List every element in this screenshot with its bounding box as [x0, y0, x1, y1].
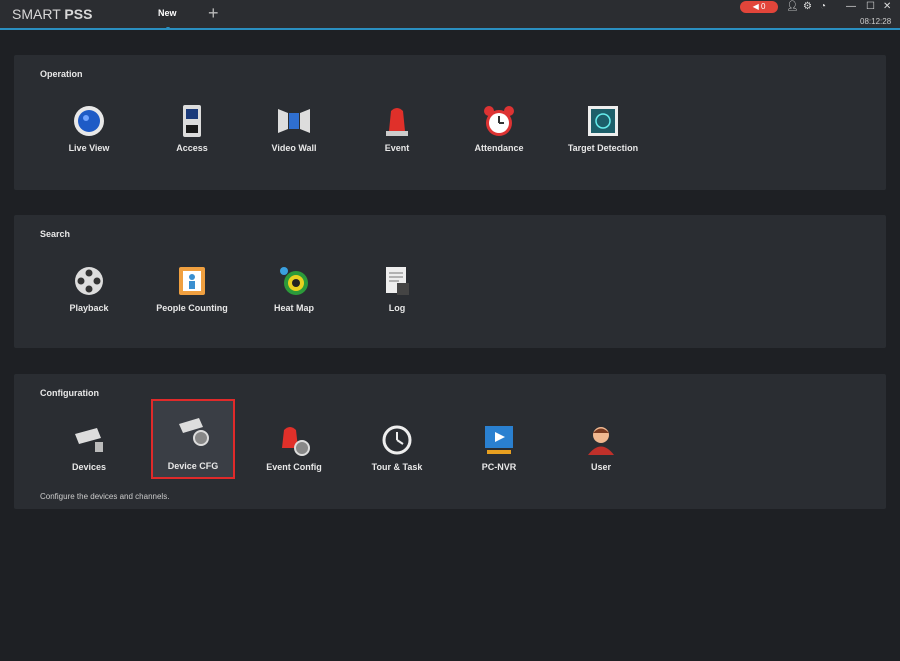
item-label: Video Wall [271, 143, 317, 153]
item-label: People Counting [156, 303, 228, 313]
alarm-clock-icon [484, 106, 514, 136]
item-label: Target Detection [567, 143, 639, 153]
item-label: PC-NVR [481, 462, 517, 472]
video-wall-icon [278, 109, 310, 133]
alarm-count: 0 [760, 2, 766, 11]
heat-map-icon [280, 267, 308, 295]
log-icon [386, 267, 409, 295]
alarm-light-icon [386, 108, 408, 136]
device-cfg-button[interactable]: Device CFG [151, 399, 235, 479]
event-button[interactable]: Event [349, 87, 445, 163]
camera-gear-icon [179, 418, 209, 446]
film-reel-icon [75, 267, 103, 295]
item-label: Device CFG [167, 461, 219, 471]
operation-section: Operation Live View Access Video Wall Ev… [14, 55, 886, 190]
user-icon[interactable]: 👤︎ [786, 1, 799, 12]
people-counting-button[interactable]: People Counting [144, 247, 240, 323]
item-label: Event Config [266, 462, 322, 472]
section-title: Configuration [40, 388, 99, 398]
alarm-gear-icon [282, 427, 310, 456]
user-avatar-icon [588, 427, 614, 455]
item-label: Log [388, 303, 406, 313]
playback-button[interactable]: Playback [41, 247, 137, 323]
item-label: Access [176, 143, 208, 153]
hint-text: Configure the devices and channels. [40, 492, 170, 501]
target-detection-icon [588, 106, 618, 136]
item-label: Live View [68, 143, 110, 153]
log-button[interactable]: Log [349, 247, 445, 323]
camera-icon [75, 428, 103, 452]
tour-task-button[interactable]: Tour & Task [349, 406, 445, 482]
speaker-icon: ◀ [752, 2, 761, 11]
target-detection-button[interactable]: Target Detection [553, 87, 653, 163]
logo-text-bold: PSS [64, 6, 93, 22]
add-tab-button[interactable]: + [208, 3, 219, 24]
item-label: Heat Map [273, 303, 314, 313]
section-title: Operation [40, 69, 83, 79]
configuration-section: Configuration Devices Device CFG Event C… [14, 374, 886, 509]
clock: 08:12:28 [860, 17, 892, 26]
access-button[interactable]: Access [144, 87, 240, 163]
minimize-icon[interactable]: — [846, 1, 856, 12]
performance-icon[interactable]: ◔ [820, 1, 826, 12]
app-logo: SMART PSS [12, 6, 92, 22]
logo-text: SMART [12, 6, 65, 22]
devices-button[interactable]: Devices [41, 406, 137, 482]
tour-task-icon [382, 425, 412, 455]
item-label: Attendance [474, 143, 524, 153]
section-title: Search [40, 229, 71, 239]
event-config-button[interactable]: Event Config [246, 406, 342, 482]
gear-icon[interactable]: ⚙ [803, 1, 812, 12]
close-icon[interactable]: ✕ [883, 1, 891, 12]
tab-new[interactable]: New [158, 8, 177, 30]
live-view-button[interactable]: Live View [41, 87, 137, 163]
item-label: Playback [69, 303, 109, 313]
pc-nvr-button[interactable]: PC-NVR [451, 406, 547, 482]
item-label: Tour & Task [371, 462, 423, 472]
item-label: Devices [71, 462, 107, 472]
access-icon [183, 105, 201, 137]
live-view-icon [74, 106, 104, 136]
user-button[interactable]: User [553, 406, 649, 482]
alarm-badge[interactable]: ◀ 0 [740, 1, 778, 13]
item-label: Event [384, 143, 410, 153]
people-counting-icon [179, 267, 205, 295]
pc-nvr-icon [485, 426, 513, 454]
heat-map-button[interactable]: Heat Map [246, 247, 342, 323]
video-wall-button[interactable]: Video Wall [246, 87, 342, 163]
title-bar: SMART PSS New + ◀ 0 👤︎ ⚙ ◔ — ☐ ✕ 08:12:2… [0, 0, 900, 30]
item-label: User [590, 462, 611, 472]
attendance-button[interactable]: Attendance [451, 87, 547, 163]
search-section: Search Playback People Counting Heat Map… [14, 215, 886, 348]
maximize-icon[interactable]: ☐ [866, 1, 875, 12]
